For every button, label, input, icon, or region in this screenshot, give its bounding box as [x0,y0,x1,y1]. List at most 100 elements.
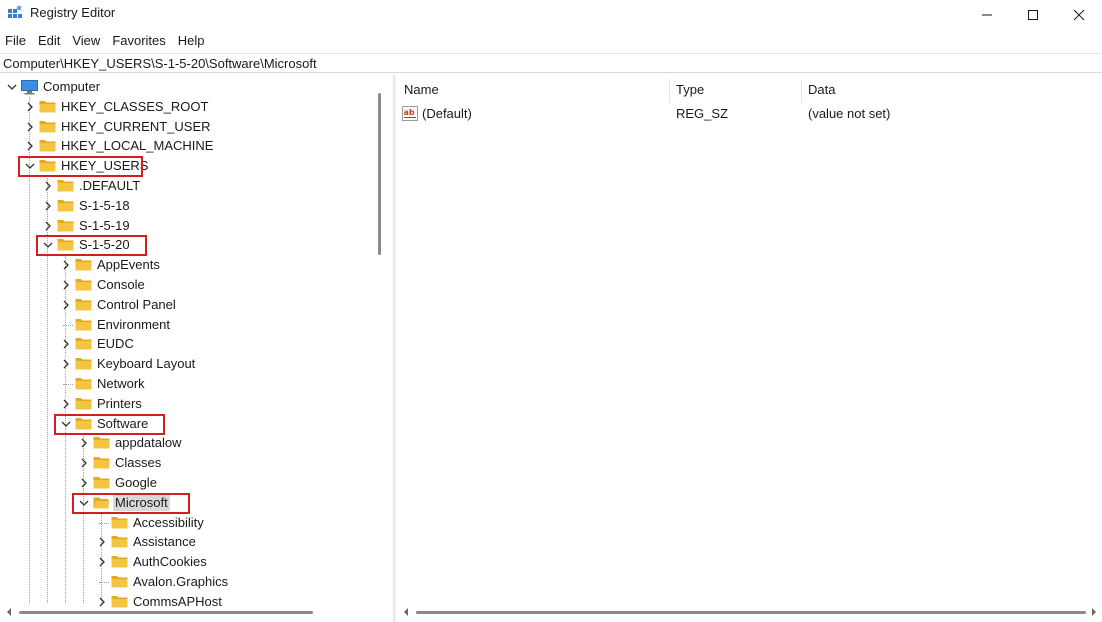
tree-guide-line [63,324,73,326]
tree-node-control-panel[interactable]: Control Panel [0,295,370,315]
menu-file[interactable]: File [0,30,32,52]
tree-horizontal-scrollbar[interactable] [0,603,392,622]
tree-node-accessibility[interactable]: Accessibility [0,513,370,533]
chevron-right-icon[interactable] [43,181,53,191]
list-horizontal-scrollbar[interactable] [397,603,1102,622]
tree-node-s-1-5-19[interactable]: S-1-5-19 [0,216,370,236]
tree-node-keyboard-layout[interactable]: Keyboard Layout [0,354,370,374]
folder-icon [75,259,92,271]
minimize-icon [982,14,992,15]
menu-favorites[interactable]: Favorites [106,30,171,52]
tree-scroll-thumb[interactable] [378,93,381,255]
chevron-right-icon[interactable] [97,537,107,547]
string-value-icon: ab [402,106,418,121]
folder-icon [39,140,56,152]
chevron-right-icon[interactable] [61,399,71,409]
tree-node-label: Computer [43,79,101,94]
tree-vertical-scrollbar[interactable] [372,75,384,603]
tree-node-label: Assistance [133,534,196,550]
chevron-right-icon[interactable] [25,122,35,132]
tree-node-google[interactable]: Google [0,473,370,493]
pane-splitter[interactable] [393,75,396,622]
folder-icon [111,536,128,548]
column-header-data[interactable]: Data [808,79,835,103]
maximize-button[interactable] [1010,0,1056,29]
column-separator[interactable] [801,79,802,103]
chevron-right-icon[interactable] [61,280,71,290]
tree-node-microsoft[interactable]: Microsoft [0,492,370,514]
tree-node-avalon-graphics[interactable]: Avalon.Graphics [0,572,370,592]
folder-icon [39,100,56,113]
menu-edit[interactable]: Edit [32,30,66,52]
scroll-left-icon[interactable] [4,607,14,617]
registry-editor-icon [8,5,22,18]
value-name: (Default) [422,106,472,121]
tree-node-appevents[interactable]: AppEvents [0,255,370,275]
value-row[interactable]: ab (Default) REG_SZ (value not set) [397,105,1097,123]
chevron-down-icon[interactable] [7,82,17,92]
title-bar: Registry Editor [0,0,1102,29]
chevron-right-icon[interactable] [79,438,89,448]
chevron-right-icon[interactable] [43,221,53,231]
tree-node-label: Control Panel [97,296,176,312]
tree-node-s-1-5-18[interactable]: S-1-5-18 [0,196,370,216]
tree-node-s-1-5-20[interactable]: S-1-5-20 [0,235,370,257]
chevron-right-icon[interactable] [25,102,35,112]
computer-icon [21,80,38,95]
value-type: REG_SZ [676,106,729,121]
chevron-right-icon[interactable] [79,458,89,468]
chevron-right-icon[interactable] [61,300,71,310]
tree-node-classes[interactable]: Classes [0,453,370,473]
chevron-right-icon[interactable] [43,201,53,211]
scroll-left-icon[interactable] [401,607,411,617]
svg-text:ab: ab [404,108,415,117]
window-title: Registry Editor [30,5,116,20]
tree-node-hkey-users[interactable]: HKEY_USERS [0,156,370,178]
chevron-right-icon[interactable] [61,260,71,270]
folder-icon [75,338,92,350]
tree-node-eudc[interactable]: EUDC [0,334,370,354]
column-header-type[interactable]: Type [676,79,704,103]
column-header-name[interactable]: Name [404,79,439,103]
tree-node-hkey-local-machine[interactable]: HKEY_LOCAL_MACHINE [0,136,370,156]
tree-node-hkey-current-user[interactable]: HKEY_CURRENT_USER [0,117,370,137]
scroll-right-icon[interactable] [1089,607,1099,617]
folder-icon [75,298,92,311]
menu-help[interactable]: Help [172,30,211,52]
tree-node-default[interactable]: .DEFAULT [0,176,370,196]
close-button[interactable] [1056,0,1102,29]
folder-icon [57,180,74,192]
tree-node-console[interactable]: Console [0,275,370,295]
tree-node-printers[interactable]: Printers [0,394,370,414]
menu-view[interactable]: View [66,30,106,52]
tree-node-software[interactable]: Software [0,413,370,435]
chevron-right-icon[interactable] [61,339,71,349]
tree-node-environment[interactable]: Environment [0,315,370,335]
tree-node-computer[interactable]: Computer [0,77,370,97]
minimize-button[interactable] [964,0,1010,29]
chevron-right-icon[interactable] [97,557,107,567]
tree-node-label: Google [115,475,157,490]
tree-node-label: Accessibility [133,514,204,530]
tree-node-label: S-1-5-18 [79,197,130,213]
chevron-right-icon[interactable] [25,141,35,151]
folder-icon [39,120,56,133]
tree-node-hkey-classes-root[interactable]: HKEY_CLASSES_ROOT [0,97,370,117]
annotation-highlight-box [72,492,190,514]
tree-node-authcookies[interactable]: AuthCookies [0,552,370,572]
column-separator[interactable] [669,79,670,103]
address-path[interactable]: Computer\HKEY_USERS\S-1-5-20\Software\Mi… [3,56,317,71]
address-bar[interactable]: Computer\HKEY_USERS\S-1-5-20\Software\Mi… [0,53,1102,73]
tree-pane[interactable]: Computer HKEY_CLASSES_ROOT HKEY_CURRENT_US… [0,75,390,622]
tree-node-network[interactable]: Network [0,374,370,394]
chevron-right-icon[interactable] [61,359,71,369]
chevron-right-icon[interactable] [79,478,89,488]
tree-node-appdatalow[interactable]: appdatalow [0,433,370,453]
values-list-pane[interactable]: Name Type Data ab (Default) REG_SZ (valu… [397,75,1102,603]
tree-node-label: HKEY_LOCAL_MACHINE [61,138,214,154]
folder-icon [57,219,74,232]
tree-hscroll-thumb[interactable] [19,611,313,614]
list-hscroll-thumb[interactable] [416,611,1086,614]
annotation-highlight-box [36,235,147,257]
tree-node-assistance[interactable]: Assistance [0,532,370,552]
